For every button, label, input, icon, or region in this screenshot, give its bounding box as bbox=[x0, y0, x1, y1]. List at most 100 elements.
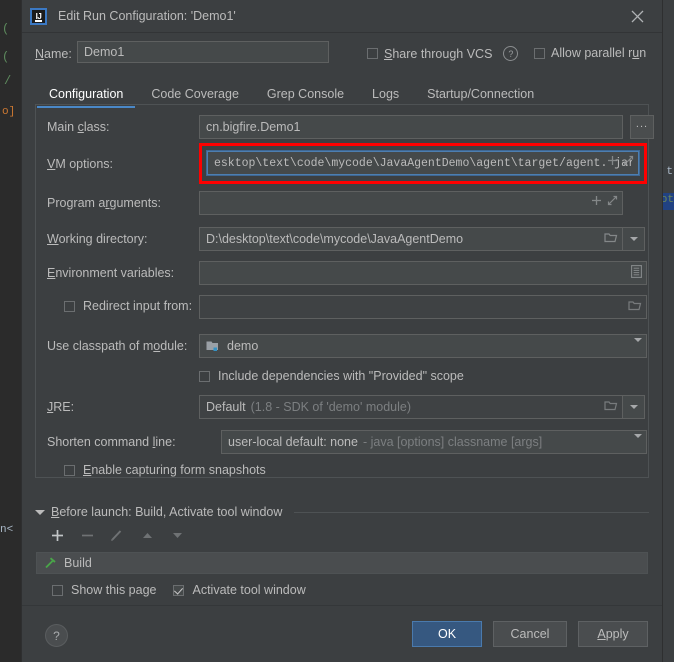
before-launch-item-label: Build bbox=[64, 556, 92, 570]
folder-icon[interactable] bbox=[628, 299, 642, 314]
add-button[interactable] bbox=[50, 528, 64, 542]
vm-options-value: esktop\text\code\mycode\JavaAgentDemo\ag… bbox=[214, 156, 632, 170]
before-launch-task-list[interactable]: Build bbox=[36, 552, 648, 574]
include-provided-label: Include dependencies with "Provided" sco… bbox=[218, 369, 464, 383]
main-class-browse-button[interactable]: ... bbox=[630, 115, 654, 139]
remove-button[interactable] bbox=[80, 528, 94, 542]
share-vcs-label: Share through VCS bbox=[384, 46, 493, 61]
expand-icon[interactable] bbox=[607, 195, 618, 209]
classpath-module-value: demo bbox=[227, 339, 259, 353]
hammer-icon bbox=[43, 556, 57, 570]
question-mark-icon[interactable]: ? bbox=[503, 46, 519, 61]
jre-combo[interactable]: Default (1.8 - SDK of 'demo' module) bbox=[199, 395, 623, 419]
background-code-token-1: o] bbox=[2, 106, 16, 118]
share-vcs-checkbox-box[interactable] bbox=[367, 48, 378, 59]
chevron-down-icon[interactable] bbox=[634, 338, 642, 342]
move-down-button[interactable] bbox=[170, 528, 184, 542]
redirect-input-checkbox[interactable]: Redirect input from: bbox=[64, 299, 192, 313]
allow-parallel-checkbox-box[interactable] bbox=[534, 47, 545, 59]
dialog-title: Edit Run Configuration: 'Demo1' bbox=[58, 9, 236, 23]
redirect-input-checkbox-box[interactable] bbox=[64, 300, 75, 312]
main-class-input[interactable]: cn.bigfire.Demo1 bbox=[199, 115, 623, 139]
share-through-vcs-checkbox[interactable]: Share through VCS ? bbox=[367, 46, 519, 61]
show-this-page-label: Show this page bbox=[71, 583, 157, 597]
triangle-down-icon[interactable] bbox=[35, 509, 45, 515]
edit-run-configuration-dialog: IJ Edit Run Configuration: 'Demo1' Name:… bbox=[22, 0, 662, 662]
working-directory-label: Working directory: bbox=[47, 232, 148, 246]
main-class-row: Main class: cn.bigfire.Demo1 ... bbox=[36, 114, 654, 140]
background-code-token-right: ot bbox=[660, 194, 674, 206]
environment-variables-input[interactable] bbox=[199, 261, 647, 285]
folder-icon[interactable] bbox=[604, 399, 618, 414]
dialog-footer: ? OK Cancel Apply bbox=[22, 605, 662, 662]
shorten-command-line-combo[interactable]: user-local default: none - java [options… bbox=[221, 430, 647, 454]
name-label: Name: bbox=[35, 47, 72, 61]
close-icon[interactable] bbox=[628, 7, 646, 25]
include-provided-checkbox[interactable]: Include dependencies with "Provided" sco… bbox=[199, 369, 464, 383]
program-arguments-row: Program arguments: bbox=[36, 190, 650, 216]
apply-mnemonic: A bbox=[597, 627, 606, 641]
classpath-module-combo[interactable]: demo bbox=[199, 334, 647, 358]
shorten-command-line-value: user-local default: none bbox=[228, 435, 358, 449]
question-mark-icon: ? bbox=[53, 628, 60, 643]
include-provided-row: Include dependencies with "Provided" sco… bbox=[36, 365, 650, 391]
form-snapshots-checkbox[interactable]: Enable capturing form snapshots bbox=[64, 463, 266, 477]
background-code-glyph-1: ( bbox=[2, 22, 10, 36]
jre-dropdown[interactable] bbox=[623, 395, 645, 419]
background-editor-left bbox=[0, 0, 22, 662]
header-divider bbox=[294, 511, 649, 513]
apply-button[interactable]: Apply bbox=[578, 621, 648, 647]
help-button[interactable]: ? bbox=[45, 624, 68, 647]
before-launch-title: Before launch: Build, Activate tool wind… bbox=[51, 505, 283, 519]
main-class-value: cn.bigfire.Demo1 bbox=[206, 120, 301, 134]
list-edit-icon[interactable] bbox=[631, 265, 642, 281]
allow-parallel-run-checkbox[interactable]: Allow parallel run bbox=[534, 46, 646, 60]
background-code-token-right-2: t bbox=[666, 166, 673, 178]
working-directory-dropdown[interactable] bbox=[623, 227, 645, 251]
pencil-icon[interactable] bbox=[110, 528, 124, 542]
ok-button[interactable]: OK bbox=[412, 621, 482, 647]
jre-hint: (1.8 - SDK of 'demo' module) bbox=[250, 400, 412, 414]
vm-options-row: VM options: esktop\text\code\mycode\Java… bbox=[36, 151, 650, 177]
cancel-button[interactable]: Cancel bbox=[493, 621, 567, 647]
environment-variables-row: Environment variables: bbox=[36, 260, 650, 286]
plus-macro-icon[interactable] bbox=[591, 195, 602, 209]
name-row: Name: Share through VCS ? Allow parallel… bbox=[22, 38, 662, 72]
allow-parallel-label: Allow parallel run bbox=[551, 46, 647, 60]
move-up-button[interactable] bbox=[140, 528, 154, 542]
classpath-module-label: Use classpath of module: bbox=[47, 339, 188, 353]
chevron-down-icon[interactable] bbox=[634, 434, 642, 438]
form-snapshots-checkbox-box[interactable] bbox=[64, 464, 75, 476]
plus-macro-icon[interactable] bbox=[607, 155, 618, 169]
vm-options-input[interactable]: esktop\text\code\mycode\JavaAgentDemo\ag… bbox=[207, 151, 639, 175]
name-input[interactable] bbox=[77, 41, 329, 63]
expand-icon[interactable] bbox=[623, 155, 634, 169]
before-launch-header: Before launch: Build, Activate tool wind… bbox=[35, 505, 649, 519]
intellij-idea-logo-icon: IJ bbox=[30, 7, 47, 25]
configuration-panel: Main class: cn.bigfire.Demo1 ... VM opti… bbox=[35, 104, 654, 478]
shorten-command-line-hint: - java [options] classname [args] bbox=[362, 435, 543, 449]
shorten-command-line-label: Shorten command line: bbox=[47, 435, 176, 449]
before-launch-toolbar bbox=[50, 528, 184, 542]
shorten-command-line-row: Shorten command line: user-local default… bbox=[36, 429, 650, 455]
environment-variables-label: Environment variables: bbox=[47, 266, 175, 280]
activate-tool-window-checkbox-box[interactable] bbox=[173, 584, 185, 596]
show-this-page-checkbox-box[interactable] bbox=[52, 584, 63, 596]
show-this-page-checkbox[interactable]: Show this page bbox=[52, 583, 156, 597]
activate-tool-window-checkbox[interactable]: Activate tool window bbox=[173, 583, 306, 597]
module-folder-icon bbox=[206, 340, 220, 352]
background-editor-right bbox=[662, 0, 674, 662]
name-label-mnemonic: N bbox=[35, 47, 45, 61]
main-class-label: Main class: bbox=[47, 120, 110, 134]
form-snapshots-label: Enable capturing form snapshots bbox=[83, 463, 266, 477]
classpath-module-row: Use classpath of module: demo bbox=[36, 333, 650, 359]
working-directory-input[interactable]: D:\desktop\text\code\mycode\JavaAgentDem… bbox=[199, 227, 623, 251]
folder-icon[interactable] bbox=[604, 231, 618, 246]
redirect-input-path-field[interactable] bbox=[199, 295, 647, 319]
program-arguments-input[interactable] bbox=[199, 191, 623, 215]
program-arguments-label: Program arguments: bbox=[47, 196, 161, 210]
redirect-input-row: Redirect input from: bbox=[36, 294, 650, 320]
form-snapshots-row: Enable capturing form snapshots bbox=[36, 461, 650, 487]
working-directory-value: D:\desktop\text\code\mycode\JavaAgentDem… bbox=[206, 232, 464, 246]
include-provided-checkbox-box[interactable] bbox=[199, 370, 210, 382]
